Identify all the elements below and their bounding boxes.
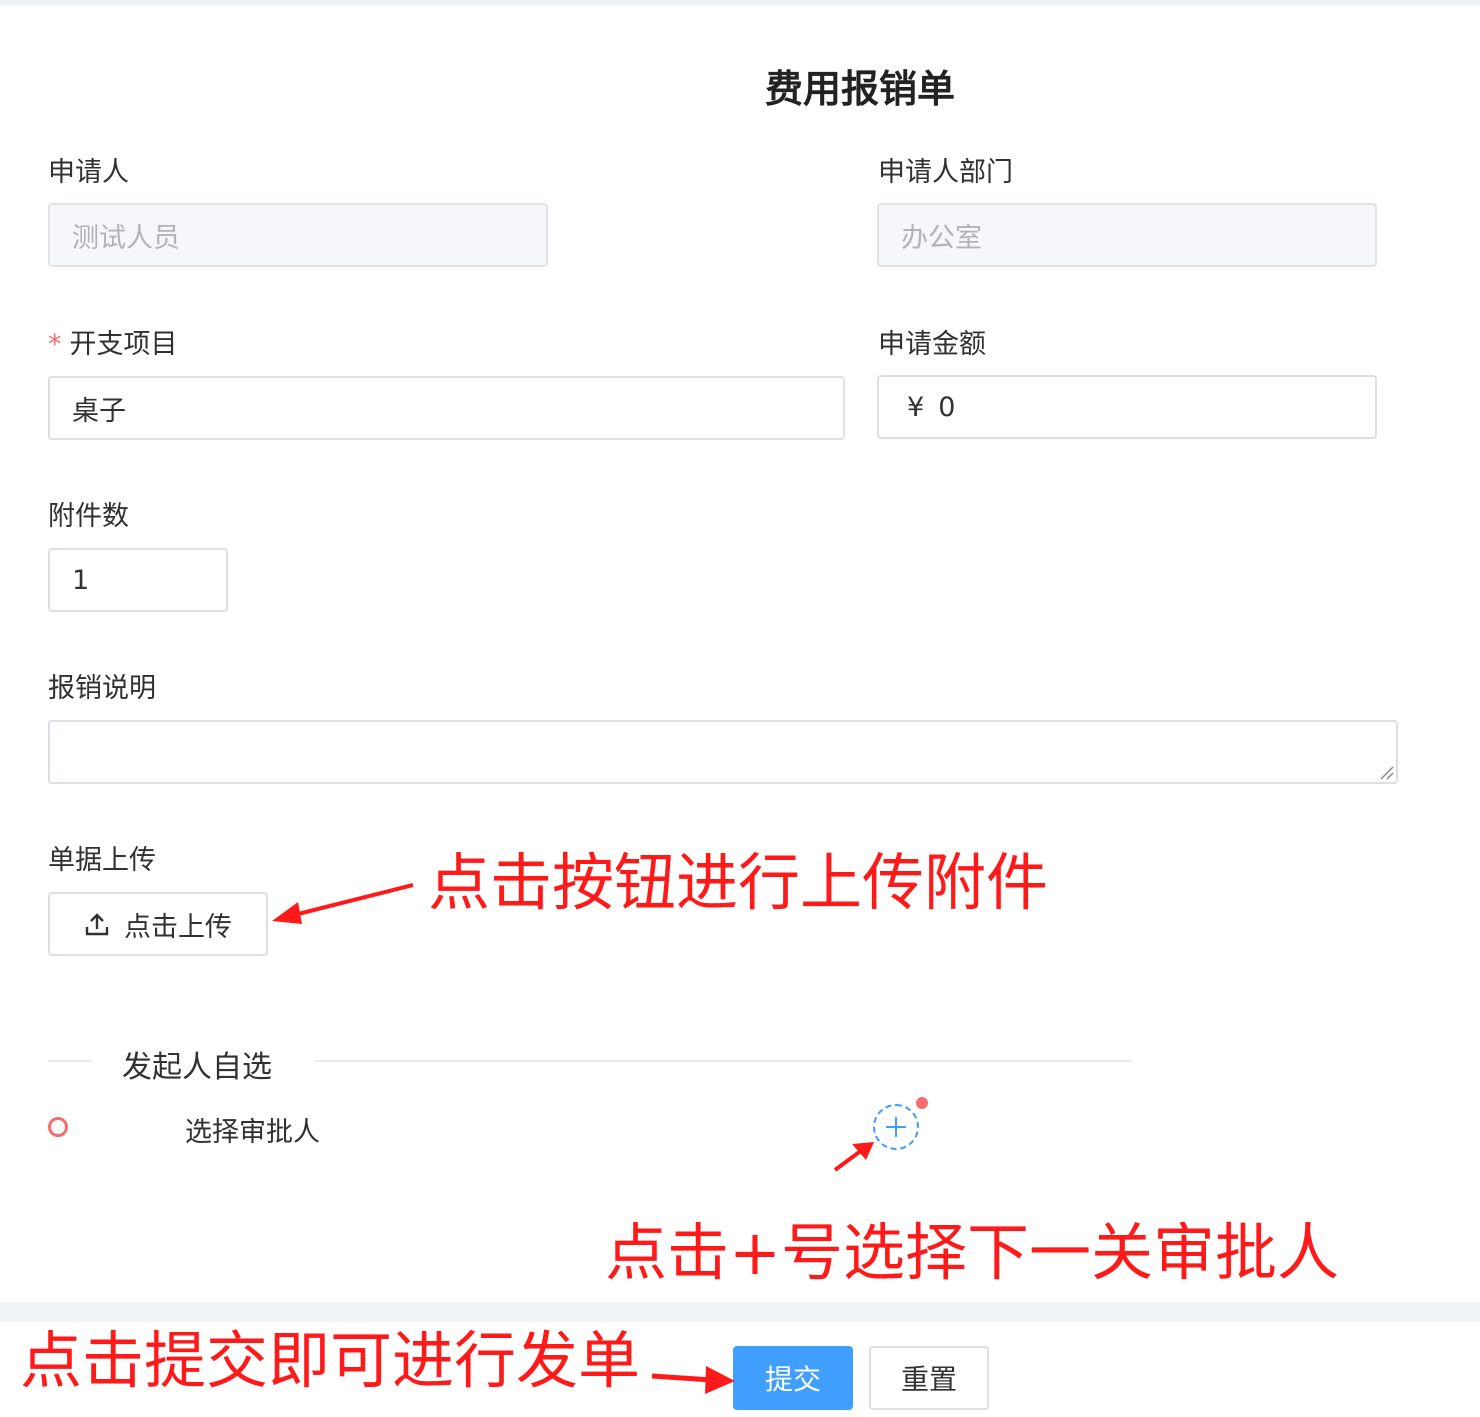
annotation-arrows [272,883,874,1394]
arrow-icon-approver [833,1142,874,1172]
arrow-icon-upload [272,883,414,924]
arrow-icon-submit [651,1366,735,1394]
